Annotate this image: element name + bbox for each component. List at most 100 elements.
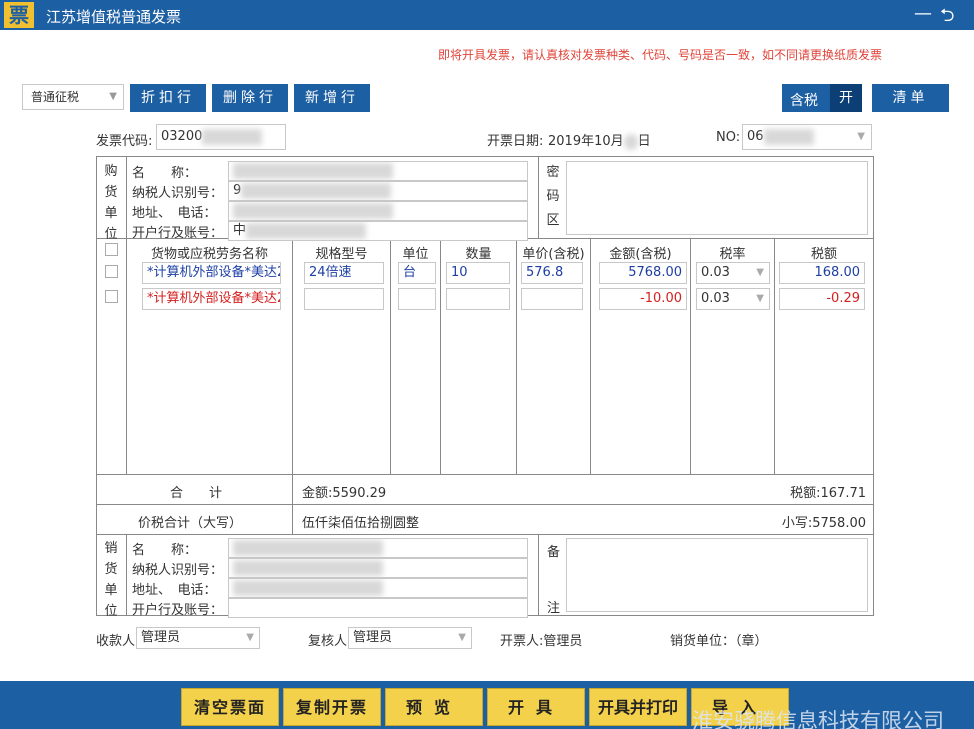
chevron-down-icon: ▼ [246, 632, 254, 643]
row-qty[interactable]: 10 [446, 262, 510, 284]
invoice-date-value: 2019年10月日 [548, 133, 651, 150]
delete-row-button[interactable]: 删除行 [212, 84, 288, 112]
invoice-code-value: 03200 [161, 129, 203, 144]
company-watermark: 淮安骁腾信息科技有限公司 [692, 709, 944, 729]
seller-name-field [228, 538, 528, 558]
row-item-name[interactable]: *计算机外部设备*美达2 [142, 262, 281, 284]
seller-name-label: 名 称： [132, 543, 198, 558]
invoice-no-value: 06 [747, 129, 764, 144]
list-button[interactable]: 清单 [872, 84, 949, 112]
notice-text: 即将开具发票，请认真核对发票种类、代码、号码是否一致，如不同请更换纸质发票 [438, 48, 883, 62]
reviewer-label: 复核人: [308, 634, 352, 649]
total-lower-value: 小写:5758.00 [781, 516, 866, 531]
total-upper-value: 伍仟柒佰伍拾捌圆整 [302, 516, 420, 531]
invoice-code-label: 发票代码: [96, 134, 153, 149]
row-tax[interactable]: 168.00 [779, 262, 865, 284]
back-icon[interactable]: ⮌ [940, 3, 954, 33]
redacted-mask [763, 128, 814, 145]
buyer-bank-field[interactable]: 中 [228, 221, 528, 241]
total-label: 合 计 [170, 486, 223, 501]
row-spec[interactable]: 24倍速 [304, 262, 384, 284]
tax-type-value: 普通征税 [31, 90, 80, 104]
row-unit[interactable]: 台 [398, 262, 436, 284]
row-amount[interactable]: 5768.00 [599, 262, 687, 284]
select-all-checkbox[interactable] [105, 243, 118, 256]
issue-print-button[interactable]: 开具并打印 [589, 688, 687, 726]
row-price[interactable]: 576.8 [521, 262, 583, 284]
reviewer-select[interactable]: 管理员 ▼ [348, 627, 472, 649]
col-unit: 单位 [402, 247, 429, 262]
note-box[interactable] [566, 538, 868, 612]
minimize-icon[interactable]: — [914, 3, 932, 24]
buyer-tax-id-label: 纳税人识别号： [132, 186, 224, 201]
redacted-mask [246, 222, 367, 239]
issue-button[interactable]: 开具 [487, 688, 585, 726]
seller-tax-id-field [228, 558, 528, 578]
buyer-address-label: 地址、 电话： [132, 206, 217, 221]
secret-area-box [566, 161, 868, 235]
seller-seal-text: 销货单位：（章） [670, 634, 768, 649]
total-amount: 金额:5590.29 [302, 486, 387, 501]
drawer-text: 开票人:管理员 [500, 634, 583, 649]
redacted-mask [233, 202, 393, 219]
total-upper-label: 价税合计（大写） [138, 516, 243, 531]
note-label-bottom: 注 [547, 601, 561, 616]
seller-tax-id-label: 纳税人识别号： [132, 563, 224, 578]
clear-form-button[interactable]: 清空票面 [181, 688, 279, 726]
redacted-mask [233, 162, 393, 179]
row-rate-select[interactable]: 0.03 ▼ [696, 262, 770, 284]
row-unit[interactable] [398, 288, 436, 310]
chevron-down-icon: ▼ [756, 293, 764, 304]
invoice-no-select[interactable]: 06 ▼ [742, 124, 872, 150]
col-spec: 规格型号 [315, 247, 368, 262]
invoice-date-label: 开票日期: [487, 134, 544, 149]
row-rate-select[interactable]: 0.03 ▼ [696, 288, 770, 310]
buyer-tax-id-field[interactable]: 9 [228, 181, 528, 201]
buyer-side-label: 购货单位 [104, 164, 118, 242]
seller-address-label: 地址、 电话： [132, 583, 217, 598]
row-amount[interactable]: -10.00 [599, 288, 687, 310]
row-spec[interactable] [304, 288, 384, 310]
col-tax: 税额 [810, 247, 837, 262]
redacted-mask [233, 579, 383, 596]
row-price[interactable] [521, 288, 583, 310]
col-rate: 税率 [719, 247, 746, 262]
copy-issue-button[interactable]: 复制开票 [283, 688, 381, 726]
seller-bank-label: 开户行及账号： [132, 603, 224, 618]
row-qty[interactable] [446, 288, 510, 310]
preview-button[interactable]: 预览 [385, 688, 483, 726]
col-amount: 金额(含税) [609, 247, 672, 262]
col-price: 单价(含税) [522, 247, 585, 262]
tax-inclusive-toggle[interactable]: 含税 开 [782, 84, 862, 112]
discount-row-button[interactable]: 折扣行 [130, 84, 206, 112]
buyer-name-label: 名 称： [132, 166, 198, 181]
chevron-down-icon: ▼ [458, 632, 466, 643]
payee-label: 收款人: [96, 634, 140, 649]
invoice-code-field: 03200 [156, 124, 286, 150]
row-checkbox[interactable] [105, 290, 118, 303]
seller-address-field [228, 578, 528, 598]
row-tax[interactable]: -0.29 [779, 288, 865, 310]
window-title: 江苏增值税普通发票 [46, 8, 182, 26]
tax-inclusive-label: 含税 [790, 93, 818, 109]
invoice-logo-icon: 票 [4, 2, 34, 28]
note-label-top: 备 [547, 545, 561, 560]
seller-bank-field [228, 598, 528, 618]
chevron-down-icon: ▼ [756, 267, 764, 278]
secret-area-label: 密码区 [546, 165, 560, 228]
chevron-down-icon: ▼ [109, 91, 117, 102]
row-checkbox[interactable] [105, 265, 118, 278]
buyer-address-field[interactable] [228, 201, 528, 221]
add-row-button[interactable]: 新增行 [294, 84, 370, 112]
invoice-no-label: NO: [716, 130, 741, 145]
seller-side-label: 销货单位 [104, 541, 118, 619]
redacted-mask [241, 182, 392, 199]
total-tax: 税额:167.71 [790, 486, 866, 501]
tax-type-select[interactable]: 普通征税 ▼ [22, 84, 124, 110]
col-item-name: 货物或应税劳务名称 [150, 247, 268, 262]
row-item-name[interactable]: *计算机外部设备*美达2 [142, 288, 281, 310]
chevron-down-icon: ▼ [857, 131, 865, 142]
redacted-mask [233, 539, 383, 556]
payee-select[interactable]: 管理员 ▼ [136, 627, 260, 649]
buyer-name-field[interactable] [228, 161, 528, 181]
